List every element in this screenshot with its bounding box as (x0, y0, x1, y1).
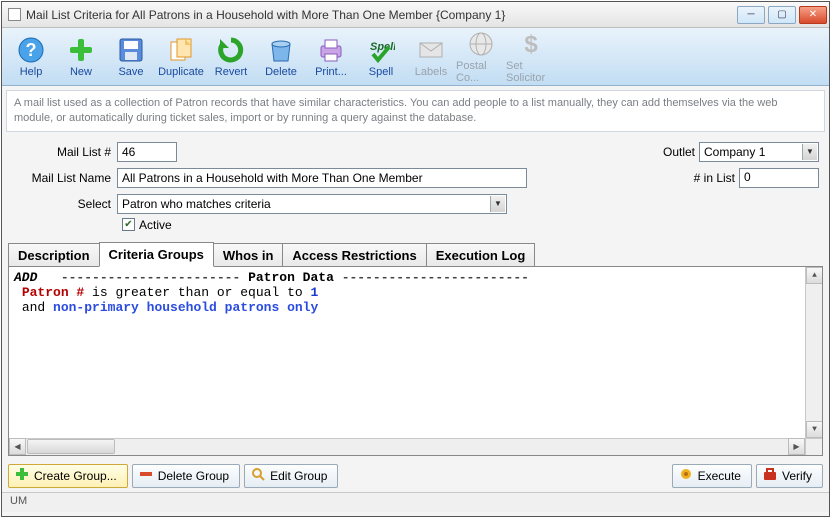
execute-button[interactable]: Execute (672, 464, 752, 488)
num-in-list-label: # in List (694, 171, 739, 185)
dollar-icon: $ (517, 30, 545, 58)
window-title: Mail List Criteria for All Patrons in a … (26, 8, 734, 22)
status-bar: UM (2, 492, 829, 512)
scrollbar-vertical[interactable]: ▲ ▼ (805, 267, 822, 438)
tab-description[interactable]: Description (8, 243, 100, 267)
criteria-clause[interactable]: non-primary household patrons only (53, 300, 318, 315)
close-button[interactable]: ✕ (799, 6, 827, 24)
spell-button[interactable]: Spell Spell (356, 31, 406, 83)
revert-button[interactable]: Revert (206, 31, 256, 83)
select-label: Select (12, 197, 117, 211)
num-in-list-field[interactable]: 0 (739, 168, 819, 188)
chevron-down-icon: ▼ (490, 196, 505, 212)
labels-button[interactable]: Labels (406, 31, 456, 83)
scrollbar-horizontal[interactable]: ◀ ▶ (9, 438, 805, 455)
postal-icon (467, 30, 495, 58)
criteria-add[interactable]: ADD (14, 270, 37, 285)
criteria-dashes: ----------------------- (45, 270, 248, 285)
scrollbar-corner (805, 438, 822, 455)
scroll-right-icon[interactable]: ▶ (788, 438, 805, 455)
toolbar-label: Set Solicitor (506, 60, 556, 84)
scrollbar-thumb[interactable] (27, 439, 115, 454)
toolbar-label: Spell (369, 66, 393, 78)
svg-text:Spell: Spell (370, 41, 395, 53)
titlebar-checkbox[interactable] (8, 8, 21, 21)
mail-list-name-field[interactable]: All Patrons in a Household with More Tha… (117, 168, 527, 188)
search-icon (251, 467, 265, 484)
outlet-dropdown[interactable]: Company 1 ▼ (699, 142, 819, 162)
button-row: Create Group... Delete Group Edit Group … (8, 462, 823, 490)
mail-list-name-label: Mail List Name (12, 171, 117, 185)
toolbar-label: Revert (215, 66, 247, 78)
criteria-dashes: ------------------------ (342, 270, 529, 285)
new-button[interactable]: New (56, 31, 106, 83)
tab-criteria-groups[interactable]: Criteria Groups (99, 242, 214, 267)
trash-icon (267, 36, 295, 64)
tab-bar: Description Criteria Groups Whos in Acce… (8, 240, 823, 266)
delete-group-button[interactable]: Delete Group (132, 464, 240, 488)
active-checkbox[interactable]: ✔ (122, 218, 135, 231)
minimize-button[interactable]: ─ (737, 6, 765, 24)
toolbar-label: Help (20, 66, 43, 78)
scroll-down-icon[interactable]: ▼ (806, 421, 823, 438)
setsolicitor-button[interactable]: $ Set Solicitor (506, 31, 556, 83)
tab-access-restrictions[interactable]: Access Restrictions (282, 243, 426, 267)
duplicate-button[interactable]: Duplicate (156, 31, 206, 83)
help-icon: ? (17, 36, 45, 64)
scroll-up-icon[interactable]: ▲ (806, 267, 823, 284)
edit-group-button[interactable]: Edit Group (244, 464, 338, 488)
maximize-button[interactable]: ▢ (768, 6, 796, 24)
toolbar-label: Delete (265, 66, 297, 78)
active-label: Active (139, 218, 172, 232)
toolbar-label: Save (118, 66, 143, 78)
plus-icon (15, 467, 29, 484)
criteria-header: Patron Data (248, 270, 334, 285)
plus-icon (67, 36, 95, 64)
window-titlebar: Mail List Criteria for All Patrons in a … (2, 2, 829, 28)
description-text: A mail list used as a collection of Patr… (6, 90, 825, 132)
criteria-panel: ADD ----------------------- Patron Data … (8, 266, 823, 456)
save-button[interactable]: Save (106, 31, 156, 83)
help-button[interactable]: ? Help (6, 31, 56, 83)
toolbar-label: New (70, 66, 92, 78)
create-group-button[interactable]: Create Group... (8, 464, 128, 488)
print-button[interactable]: Print... (306, 31, 356, 83)
outlet-label: Outlet (663, 145, 699, 159)
mail-list-no-field[interactable]: 46 (117, 142, 177, 162)
postalco-button[interactable]: Postal Co... (456, 31, 506, 83)
svg-text:$: $ (524, 31, 538, 58)
form-area: Mail List # 46 Outlet Company 1 ▼ Mail L… (12, 140, 819, 232)
revert-icon (217, 36, 245, 64)
print-icon (317, 36, 345, 64)
gear-icon (679, 467, 693, 484)
toolbar: ? Help New Save Duplicate Rever (2, 28, 829, 86)
toolbox-icon (763, 467, 777, 484)
toolbar-label: Labels (415, 66, 447, 78)
toolbar-label: Print... (315, 66, 347, 78)
criteria-value[interactable]: 1 (310, 285, 318, 300)
labels-icon (417, 36, 445, 64)
toolbar-label: Postal Co... (456, 60, 506, 84)
select-dropdown[interactable]: Patron who matches criteria ▼ (117, 194, 507, 214)
toolbar-label: Duplicate (158, 66, 204, 78)
svg-text:?: ? (26, 40, 37, 60)
tab-whos-in[interactable]: Whos in (213, 243, 284, 267)
scroll-left-icon[interactable]: ◀ (9, 438, 26, 455)
save-icon (117, 36, 145, 64)
delete-button[interactable]: Delete (256, 31, 306, 83)
minus-icon (139, 467, 153, 484)
duplicate-icon (167, 36, 195, 64)
spell-icon: Spell (367, 36, 395, 64)
verify-button[interactable]: Verify (756, 464, 823, 488)
criteria-field[interactable]: Patron # (22, 285, 84, 300)
tab-execution-log[interactable]: Execution Log (426, 243, 536, 267)
mail-list-no-label: Mail List # (12, 145, 117, 159)
chevron-down-icon: ▼ (802, 144, 817, 160)
